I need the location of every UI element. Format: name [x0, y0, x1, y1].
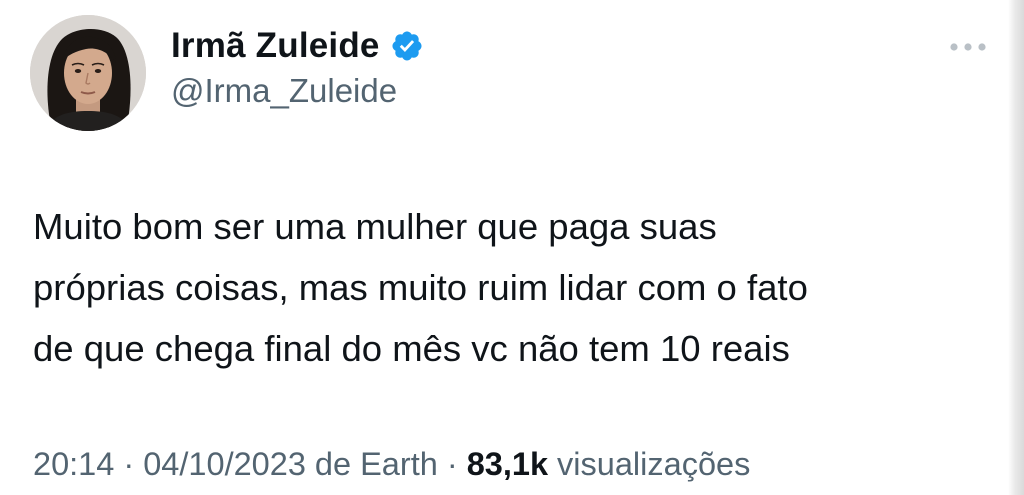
tweet-date[interactable]: 04/10/2023 — [143, 446, 306, 482]
tweet-source: de Earth — [305, 446, 438, 482]
avatar[interactable] — [30, 15, 146, 131]
author-name-row[interactable]: Irmã Zuleide — [171, 24, 424, 68]
tweet-time[interactable]: 20:14 — [33, 446, 114, 482]
verified-badge-icon — [390, 29, 424, 63]
meta-separator: · — [437, 446, 467, 482]
tweet-text-line: de que chega final do mês vc não tem 10 … — [33, 328, 790, 369]
more-options-button[interactable] — [944, 30, 992, 64]
tweet-text-line: próprias coisas, mas muito ruim lidar co… — [33, 267, 808, 308]
tweet-meta: 20:14 · 04/10/2023 de Earth · 83,1k visu… — [33, 439, 750, 489]
tweet-text: Muito bom ser uma mulher que paga suas p… — [33, 196, 1003, 379]
views-label: visualizações — [548, 446, 751, 482]
author-display-name[interactable]: Irmã Zuleide — [171, 26, 380, 66]
meta-separator: · — [114, 446, 144, 482]
tweet-card: Irmã Zuleide @Irma_Zuleide Muito bom ser… — [0, 0, 1024, 495]
window-edge — [1008, 0, 1024, 495]
author-handle[interactable]: @Irma_Zuleide — [171, 72, 397, 110]
more-horizontal-icon — [950, 43, 986, 51]
views-count: 83,1k — [466, 446, 549, 482]
tweet-text-line: Muito bom ser uma mulher que paga suas — [33, 206, 717, 247]
avatar-image — [30, 15, 146, 131]
